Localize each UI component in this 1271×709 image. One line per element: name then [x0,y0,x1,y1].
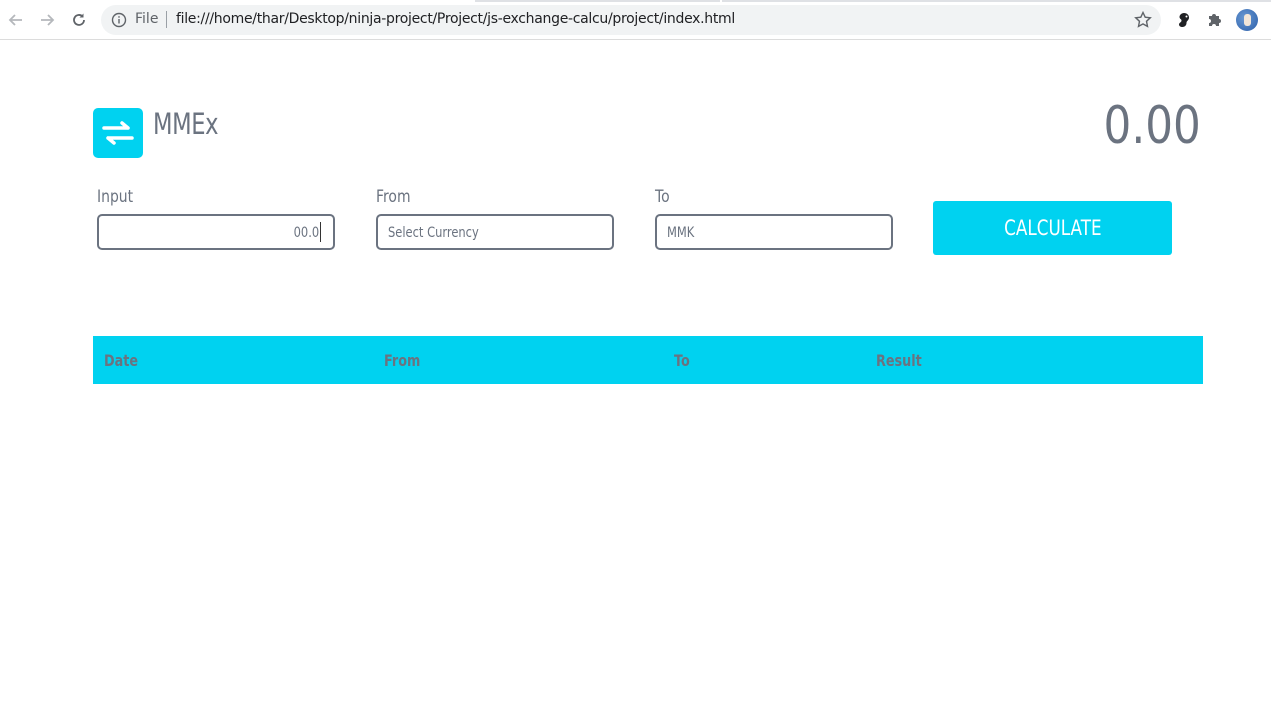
bookmark-star-icon[interactable] [1133,10,1153,30]
reload-icon[interactable] [67,8,91,32]
text-caret [320,222,321,242]
column-header-result: Result [876,351,922,370]
brand-title: MMEx [153,107,219,141]
calculate-button[interactable]: CALCULATE [933,201,1172,255]
back-icon[interactable] [4,8,28,32]
result-total: 0.00 [1103,96,1201,156]
tab-strip [475,0,720,2]
history-table-header: Date From To Result [93,336,1203,384]
url-scheme-label: File [135,11,159,27]
profile-avatar[interactable] [1236,9,1258,31]
from-currency-select[interactable]: Select Currency [376,214,614,250]
input-label: Input [97,187,134,207]
amount-input-value: 00.0 [293,225,319,241]
column-header-to: To [674,351,690,370]
url-text[interactable]: file:///home/thar/Desktop/ninja-project/… [176,11,735,27]
from-currency-value: Select Currency [388,225,479,241]
to-currency-select[interactable]: MMK [655,214,893,250]
column-header-from: From [384,351,421,370]
extensions-puzzle-icon[interactable] [1205,10,1225,30]
logo-exchange-icon [93,108,143,158]
calculate-button-label: CALCULATE [1003,216,1102,240]
to-currency-value: MMK [667,225,695,241]
browser-toolbar: File file:///home/thar/Desktop/ninja-pro… [0,0,1271,40]
column-header-date: Date [104,351,139,370]
forward-icon[interactable] [35,8,59,32]
info-icon[interactable] [111,12,127,28]
extension-icon[interactable] [1174,10,1194,30]
to-label: To [655,187,670,207]
from-label: From [376,187,411,207]
address-bar[interactable]: File file:///home/thar/Desktop/ninja-pro… [101,5,1161,35]
amount-input[interactable]: 00.0 [97,214,335,250]
divider [166,11,167,28]
tab-strip [722,0,1271,2]
